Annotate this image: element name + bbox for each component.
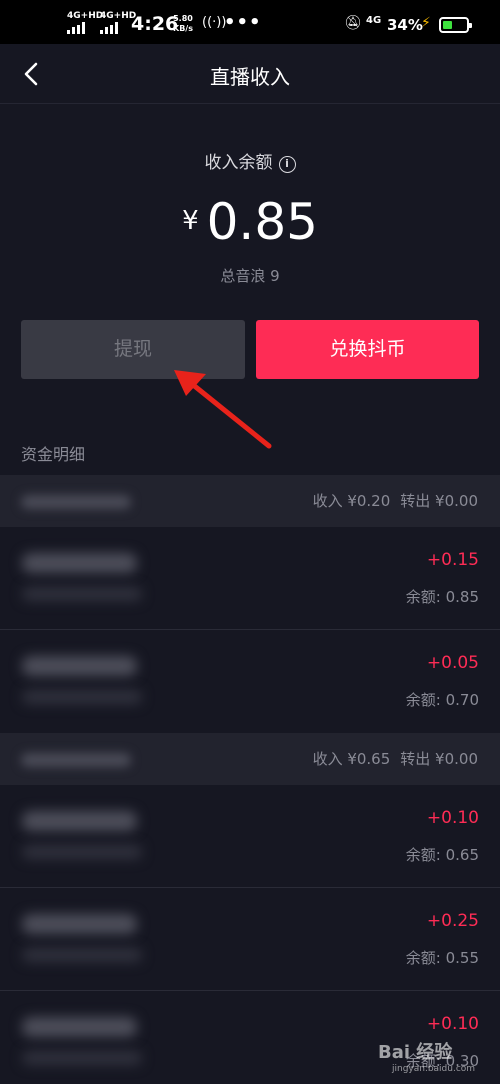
fund-details-title: 资金明细 — [21, 445, 86, 464]
balance-label-row: 收入余额 i — [0, 148, 500, 173]
list-item[interactable]: +0.25 余额: 0.55 — [0, 888, 500, 991]
item-amount: +0.10 — [426, 1014, 479, 1034]
more-notifications-icon: ••• — [224, 12, 262, 33]
blurred-date — [22, 587, 142, 601]
blurred-title — [22, 914, 137, 934]
income-sum: 收入 ¥0.20 — [312, 492, 391, 510]
balance-label: 收入余额 — [204, 153, 273, 173]
exchange-coins-button[interactable]: 兑换抖币 — [256, 320, 479, 379]
network-label: 4G — [366, 15, 382, 26]
item-balance: 余额: 0.55 — [405, 949, 479, 967]
item-amount: +0.15 — [426, 550, 479, 570]
item-balance: 余额: 0.70 — [405, 691, 479, 709]
item-balance: 余额: 0.65 — [405, 846, 479, 864]
red-arrow-annotation — [174, 370, 272, 449]
month-summary: 收入 ¥0.20 转出 ¥0.00 — [303, 490, 478, 511]
blurred-title — [22, 656, 137, 676]
income-sum: 收入 ¥0.65 — [312, 750, 391, 768]
speed-unit: KB/s — [173, 24, 193, 33]
item-amount: +0.10 — [426, 808, 479, 828]
watermark-url: jingyan.baidu.com — [392, 1064, 476, 1074]
balance-amount: ¥0.85 — [0, 193, 500, 251]
page-title: 直播收入 — [210, 65, 290, 89]
month-header: 收入 ¥0.20 转出 ¥0.00 — [0, 475, 500, 527]
status-bar: 4G+HD 4G+HD 4:26 5.80 KB/s ((·)) ••• 🔕︎ … — [0, 0, 500, 44]
signal-icon — [100, 22, 118, 34]
transfer-out-sum: 转出 ¥0.00 — [400, 750, 478, 768]
blurred-date — [22, 845, 142, 859]
battery-percent: 34% — [387, 16, 423, 34]
total-sound-waves: 总音浪 9 — [220, 267, 280, 285]
blurred-title — [22, 553, 137, 573]
list-item[interactable]: +0.15 余额: 0.85 — [0, 527, 500, 630]
item-amount: +0.25 — [426, 911, 479, 931]
hotspot-icon: ((·)) — [202, 15, 227, 30]
network-speed: 5.80 KB/s — [173, 14, 193, 34]
balance-value: 0.85 — [206, 193, 318, 251]
item-amount: +0.05 — [426, 653, 479, 673]
mute-bell-icon: 🔕︎ — [344, 15, 362, 31]
signal-icon — [67, 22, 85, 34]
network-label: 4G+HD — [67, 11, 104, 21]
blurred-date — [22, 948, 142, 962]
blurred-date — [22, 1051, 142, 1065]
month-label-blurred — [21, 495, 131, 509]
blurred-title — [22, 811, 137, 831]
month-label-blurred — [21, 753, 131, 767]
clock: 4:26 — [131, 13, 179, 35]
charging-icon: ⚡︎ — [421, 15, 431, 31]
month-summary: 收入 ¥0.65 转出 ¥0.00 — [303, 748, 478, 769]
currency-symbol: ¥ — [182, 206, 199, 236]
list-item[interactable]: +0.10 余额: 0.65 — [0, 785, 500, 888]
month-header: 收入 ¥0.65 转出 ¥0.00 — [0, 733, 500, 785]
speed-value: 5.80 — [173, 14, 193, 23]
blurred-title — [22, 1017, 137, 1037]
battery-icon — [439, 17, 472, 33]
info-icon[interactable]: i — [278, 156, 296, 173]
watermark-logo: Bai 经验 — [378, 1042, 453, 1063]
nav-bar: 直播收入 — [0, 44, 500, 104]
blurred-date — [22, 690, 142, 704]
list-item[interactable]: +0.05 余额: 0.70 — [0, 630, 500, 733]
transfer-out-sum: 转出 ¥0.00 — [400, 492, 478, 510]
item-balance: 余额: 0.85 — [405, 588, 479, 606]
